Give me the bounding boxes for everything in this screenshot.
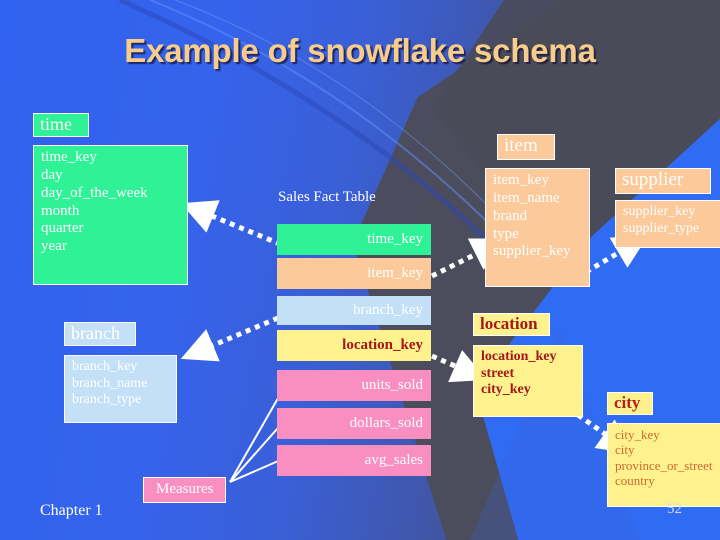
field-supplier-0: supplier_key — [623, 204, 696, 219]
chapter-label: Chapter 1 — [40, 502, 103, 519]
sales-fact-table: time_key item_key branch_key location_ke… — [277, 224, 431, 476]
fact-row-avg-sales: avg_sales — [277, 445, 431, 476]
field-item-0: item_key — [493, 172, 549, 188]
dimension-location-fields: location_key street city_key — [473, 345, 583, 417]
field-time-5: year — [41, 238, 67, 255]
measures-label: Measures — [143, 477, 227, 503]
field-item-1: item_name — [493, 189, 560, 206]
field-time-0: time_key — [41, 149, 97, 165]
field-branch-1: branch_name — [72, 375, 148, 391]
field-branch-0: branch_key — [72, 359, 138, 374]
field-time-3: month — [41, 202, 80, 219]
field-location-2: city_key — [481, 382, 531, 398]
dimension-time-header: time — [33, 113, 89, 138]
fact-table-caption: Sales Fact Table — [278, 189, 376, 205]
dimension-item-fields: item_key item_name brand type supplier_k… — [485, 168, 590, 287]
page-number: 52 — [667, 501, 682, 517]
field-item-3: type — [493, 225, 519, 242]
field-time-1: day — [41, 166, 63, 183]
field-city-2: province_or_street — [615, 457, 713, 473]
field-location-0: location_key — [481, 349, 557, 364]
slide-canvas: Example of snowflake schema item --> loc… — [0, 0, 720, 540]
field-time-2: day_of_the_week — [41, 184, 148, 201]
dimension-city-header: city — [607, 392, 653, 416]
dimension-location-header: location — [473, 313, 550, 337]
fact-row-dollars-sold: dollars_sold — [277, 408, 431, 439]
field-supplier-1: supplier_type — [623, 220, 700, 236]
dimension-time-fields: time_key day day_of_the_week month quart… — [33, 145, 188, 285]
dimension-branch-header: branch — [64, 322, 136, 347]
fact-row-item-key: item_key — [277, 258, 431, 289]
fact-row-units-sold: units_sold — [277, 370, 431, 401]
field-location-1: street — [481, 365, 515, 381]
field-city-1: city — [615, 442, 635, 458]
fact-row-time-key: time_key — [277, 224, 431, 255]
field-city-0: city_key — [615, 427, 660, 442]
field-item-2: brand — [493, 207, 528, 224]
fact-row-branch-key: branch_key — [277, 296, 431, 325]
field-branch-2: branch_type — [72, 392, 142, 408]
fact-row-location-key: location_key — [277, 330, 431, 361]
dimension-branch-fields: branch_key branch_name branch_type — [64, 355, 177, 423]
field-time-4: quarter — [41, 220, 84, 237]
dimension-supplier-fields: supplier_key supplier_type — [615, 200, 720, 248]
dimension-city-fields: city_key city province_or_street country — [607, 423, 720, 507]
dimension-item-header: item — [497, 134, 555, 160]
field-item-4: supplier_key — [493, 243, 571, 260]
dimension-supplier-header: supplier — [615, 168, 711, 194]
field-city-3: country — [615, 473, 655, 489]
